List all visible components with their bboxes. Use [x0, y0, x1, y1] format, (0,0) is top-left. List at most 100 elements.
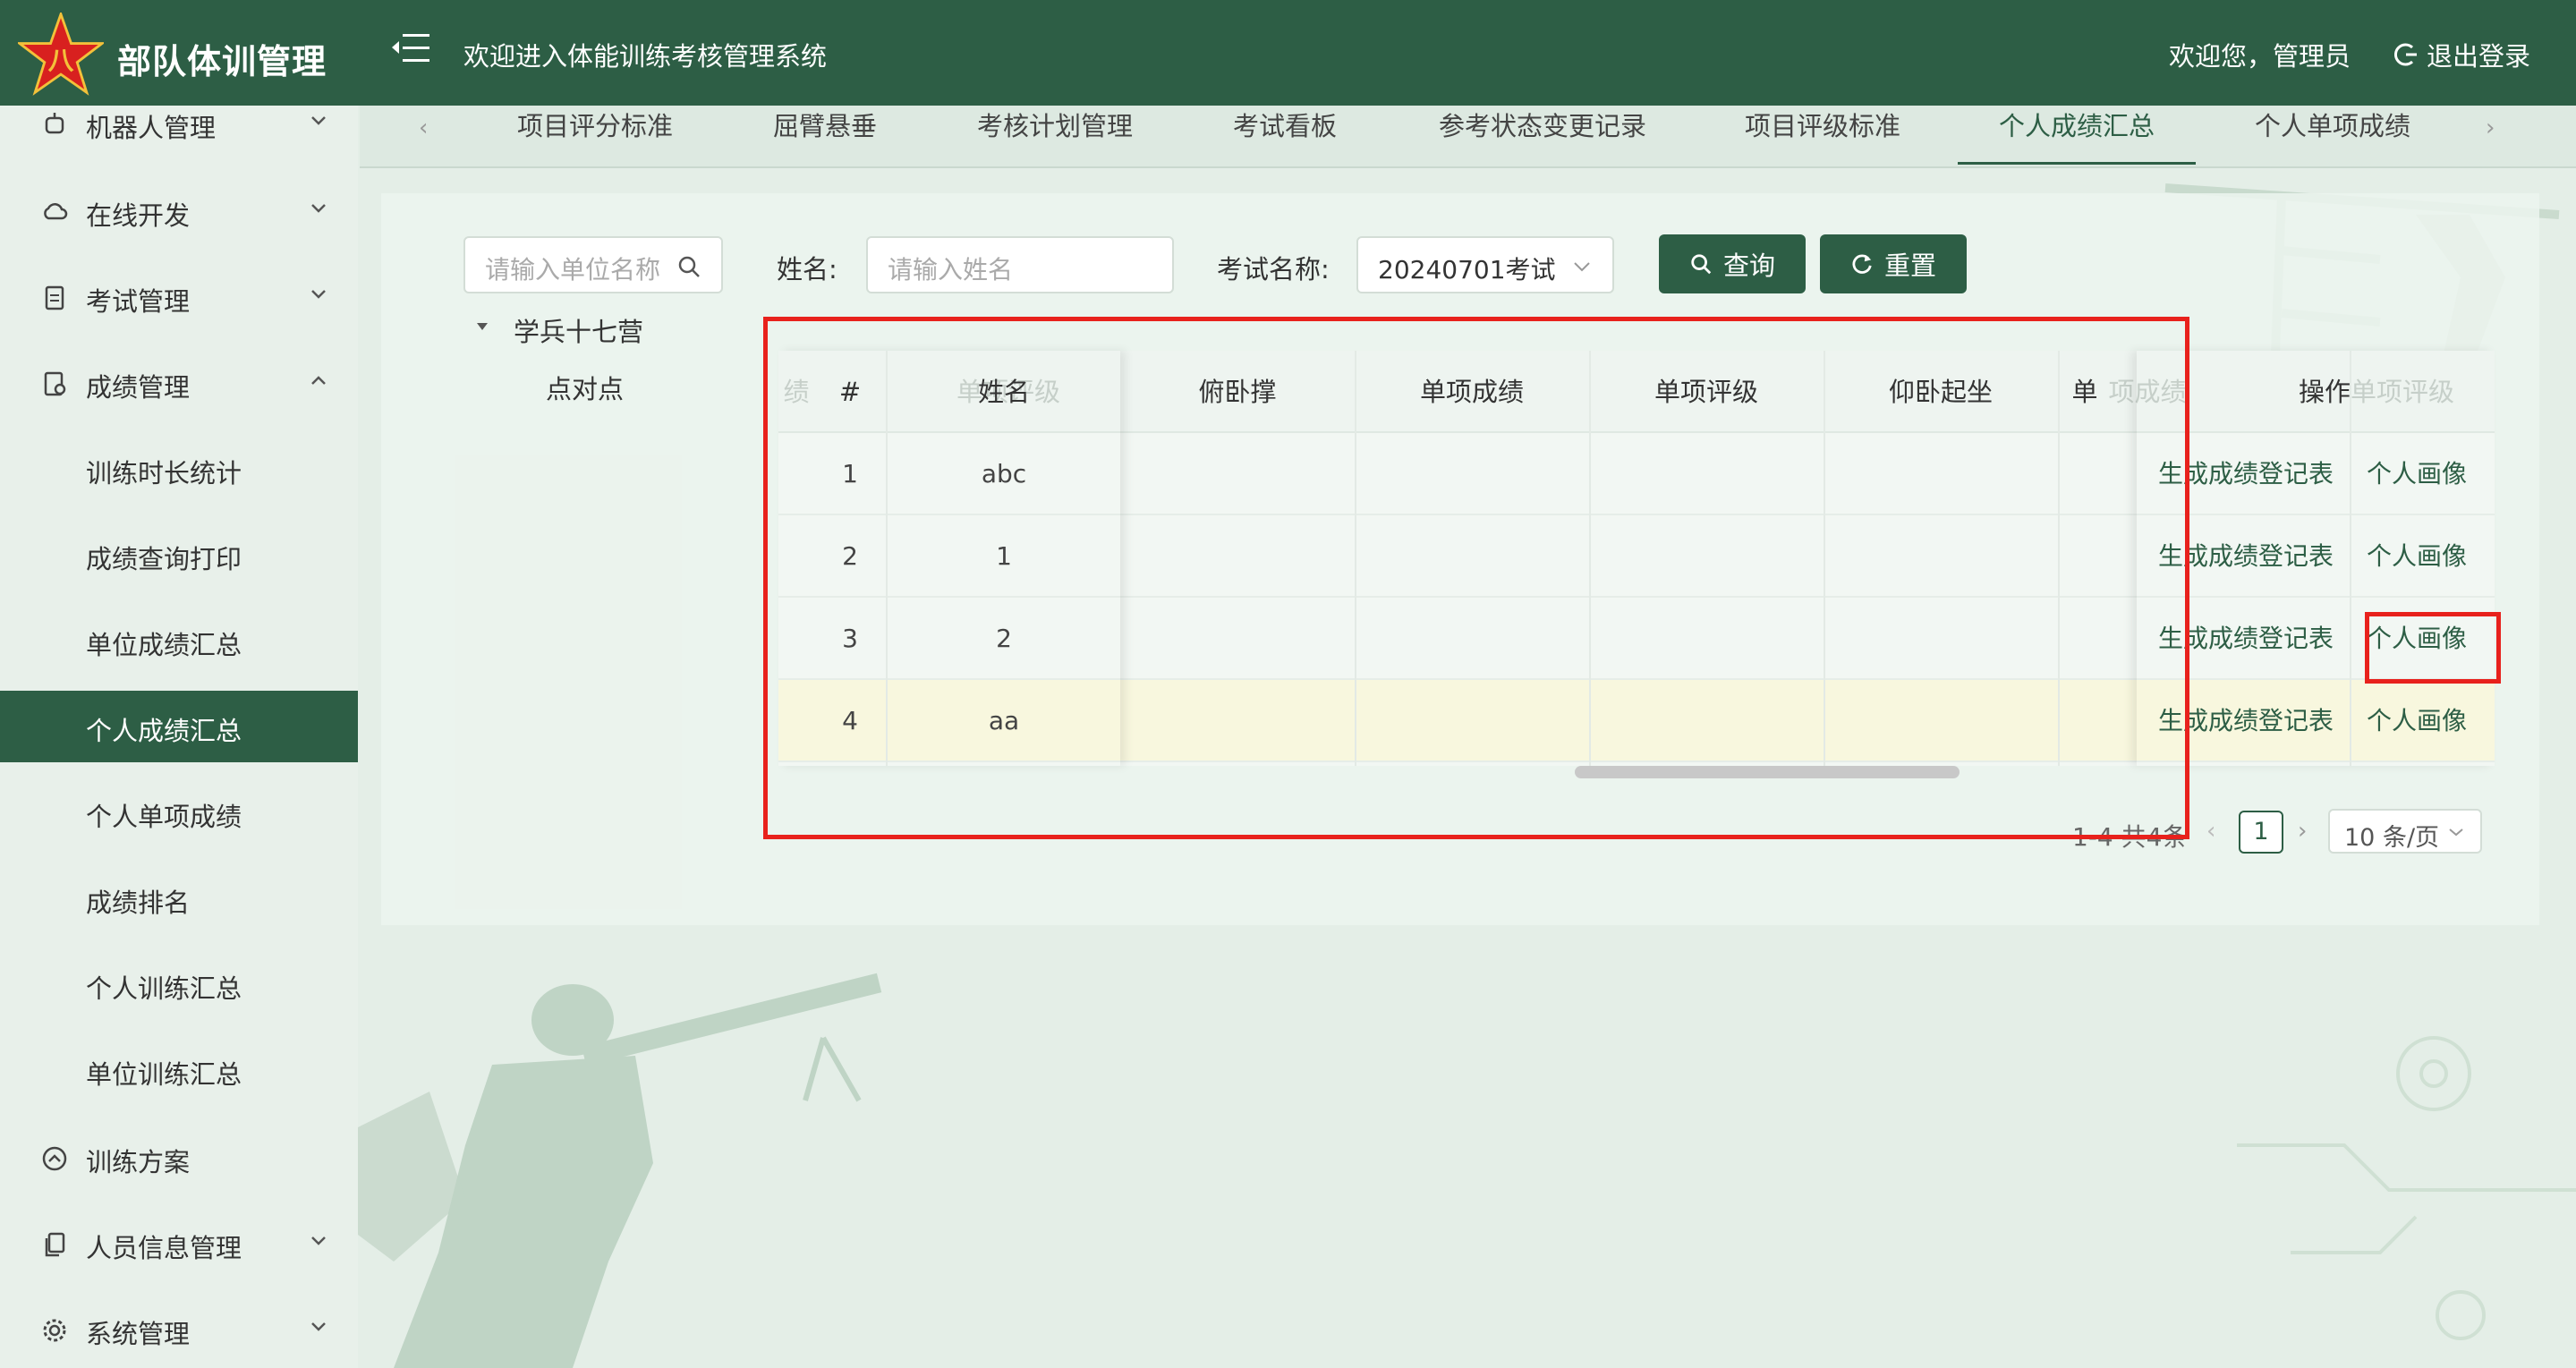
- exam-name-label: 考试名称:: [1217, 254, 1330, 285]
- pagination-next-icon[interactable]: ›: [2298, 818, 2307, 845]
- chevron-down-icon: [311, 290, 326, 299]
- page-size-select[interactable]: 10 条/页: [2328, 809, 2482, 854]
- svg-text:八: 八: [48, 45, 74, 75]
- tabs-bar: ‹ 项目评分标准 屈臂悬垂 考核计划管理 考试看板 参考状态变更记录 项目评级标…: [360, 106, 2576, 168]
- search-icon[interactable]: [676, 254, 701, 279]
- chevron-down-icon: [311, 116, 326, 125]
- tab-label: 参考状态变更记录: [1439, 111, 1647, 141]
- tree-node-child[interactable]: 点对点: [546, 369, 624, 406]
- sidebar-subitem-label: 个人成绩汇总: [86, 716, 242, 746]
- sidebar-subitem-score-ranking[interactable]: 成绩排名: [0, 862, 358, 934]
- score-doc-icon: [44, 371, 66, 396]
- soldier-silhouette-icon: [358, 973, 882, 1368]
- tab-rating-standard[interactable]: 项目评级标准: [1745, 106, 1900, 165]
- sidebar-subitem-label: 成绩排名: [86, 888, 191, 918]
- chevron-down-icon: [2449, 828, 2463, 837]
- tab-exam-board[interactable]: 考试看板: [1233, 106, 1337, 165]
- reset-button[interactable]: 重置: [1820, 234, 1967, 293]
- name-label: 姓名:: [777, 254, 837, 285]
- tab-label: 项目评分标准: [517, 111, 674, 141]
- tabs-scroll-left-icon[interactable]: ‹: [419, 115, 428, 141]
- sidebar-subitem-personal-score-summary[interactable]: 个人成绩汇总: [0, 691, 358, 762]
- tab-label: 项目评级标准: [1745, 111, 1901, 141]
- sidebar-subitem-personal-single-score[interactable]: 个人单项成绩: [0, 777, 358, 848]
- sidebar-item-training-plan[interactable]: 训练方案: [0, 1122, 358, 1194]
- name-input-placeholder: 请输入姓名: [888, 255, 1014, 285]
- logout-label: 退出登录: [2427, 41, 2531, 72]
- sidebar-item-personnel[interactable]: 人员信息管理: [0, 1208, 358, 1279]
- tab-personal-single-score[interactable]: 个人单项成绩: [2255, 106, 2410, 165]
- reload-icon: [1852, 254, 1872, 274]
- exam-name-select[interactable]: 20240701考试: [1356, 236, 1614, 293]
- sidebar-item-label: 机器人管理: [86, 113, 217, 143]
- fixed-right-columns-shadow: [2137, 351, 2495, 766]
- name-input[interactable]: 请输入姓名: [866, 236, 1174, 293]
- sidebar-item-label: 在线开发: [86, 200, 191, 231]
- tab-label: 考试看板: [1233, 111, 1338, 141]
- logout-button[interactable]: 退出登录: [2394, 36, 2530, 73]
- sidebar-subitem-label: 训练时长统计: [86, 458, 242, 489]
- sidebar-subitem-unit-score-summary[interactable]: 单位成绩汇总: [0, 605, 358, 676]
- tab-assessment-plan[interactable]: 考核计划管理: [977, 106, 1133, 165]
- tab-label: 屈臂悬垂: [773, 111, 878, 141]
- sidebar-subitem-label: 单位成绩汇总: [86, 630, 242, 660]
- logout-icon: [2394, 43, 2417, 66]
- sidebar-subitem-label: 成绩查询打印: [86, 544, 242, 574]
- sidebar-item-label: 考试管理: [86, 286, 191, 317]
- cloud-icon: [44, 203, 68, 220]
- sidebar-subitem-score-query-print[interactable]: 成绩查询打印: [0, 519, 358, 591]
- tree-node-unit[interactable]: 学兵十七营: [514, 311, 643, 349]
- unit-search-placeholder: 请输入单位名称: [485, 255, 661, 285]
- sidebar-subitem-label: 单位训练汇总: [86, 1059, 242, 1090]
- tab-label: 个人成绩汇总: [1998, 111, 2155, 141]
- robot-icon: [45, 113, 64, 134]
- chevron-down-icon: [1574, 262, 1590, 272]
- app-title: 部队体训管理: [117, 42, 327, 81]
- search-icon: [1691, 254, 1712, 275]
- sidebar-item-online-dev[interactable]: 在线开发: [0, 175, 358, 247]
- menu-fold-icon[interactable]: [390, 30, 431, 66]
- exam-name-value: 20240701考试: [1378, 255, 1556, 285]
- gear-icon: [43, 1319, 66, 1342]
- top-bar: 八 部队体训管理 欢迎进入体能训练考核管理系统 欢迎您，管理员 退出登录: [0, 0, 2576, 106]
- sidebar-subitem-personal-training-summary[interactable]: 个人训练汇总: [0, 948, 358, 1020]
- query-button[interactable]: 查询: [1659, 234, 1806, 293]
- army-star-logo-icon: 八: [18, 13, 104, 96]
- sidebar-subitem-label: 个人单项成绩: [86, 802, 242, 832]
- sidebar-subitem-label: 个人训练汇总: [86, 973, 242, 1004]
- tree-caret-down-icon[interactable]: [476, 322, 489, 331]
- tab-label: 考核计划管理: [977, 111, 1134, 141]
- sidebar-subitem-unit-training-summary[interactable]: 单位训练汇总: [0, 1034, 358, 1106]
- page-size-value: 10 条/页: [2344, 824, 2440, 852]
- chevron-down-icon: [311, 204, 326, 213]
- query-label: 查询: [1722, 251, 1775, 281]
- sidebar-item-system[interactable]: 系统管理: [0, 1294, 358, 1365]
- pagination-current-page[interactable]: 1: [2239, 811, 2283, 854]
- sidebar-item-label: 系统管理: [86, 1319, 191, 1349]
- chevron-up-icon: [311, 376, 326, 385]
- tab-flexed-arm-hang[interactable]: 屈臂悬垂: [773, 106, 877, 165]
- chevron-down-icon: [311, 1322, 326, 1331]
- tab-personal-score-summary[interactable]: 个人成绩汇总: [1958, 106, 2196, 165]
- chevron-down-icon: [311, 1236, 326, 1245]
- sidebar-item-label: 训练方案: [86, 1147, 191, 1177]
- sidebar-subitem-training-duration[interactable]: 训练时长统计: [0, 433, 358, 505]
- sidebar-item-robot[interactable]: 机器人管理: [0, 88, 358, 159]
- circuit-decoration-icon: [2237, 1036, 2576, 1340]
- annotation-box-profile-link: [2365, 612, 2501, 684]
- tabs-scroll-right-icon[interactable]: ›: [2486, 115, 2495, 141]
- system-welcome-text: 欢迎进入体能训练考核管理系统: [463, 41, 828, 72]
- tab-status-change-log[interactable]: 参考状态变更记录: [1439, 106, 1646, 165]
- pagination-prev-icon[interactable]: ‹: [2206, 818, 2215, 845]
- tab-scoring-standard[interactable]: 项目评分标准: [517, 106, 673, 165]
- sidebar-item-label: 人员信息管理: [86, 1233, 242, 1263]
- sidebar: 机器人管理 在线开发 考试管理 成绩管理 训练时长统计 成绩查询打印 单位成绩汇…: [0, 106, 358, 1368]
- circle-up-icon: [42, 1146, 67, 1171]
- copy-icon: [45, 1232, 65, 1257]
- user-welcome-text: 欢迎您，管理员: [2169, 41, 2351, 72]
- annotation-box-table: [763, 317, 2189, 839]
- tab-label: 个人单项成绩: [2255, 111, 2411, 141]
- unit-search-input[interactable]: 请输入单位名称: [463, 236, 723, 293]
- sidebar-item-score-management[interactable]: 成绩管理: [0, 347, 358, 419]
- sidebar-item-exam[interactable]: 考试管理: [0, 261, 358, 333]
